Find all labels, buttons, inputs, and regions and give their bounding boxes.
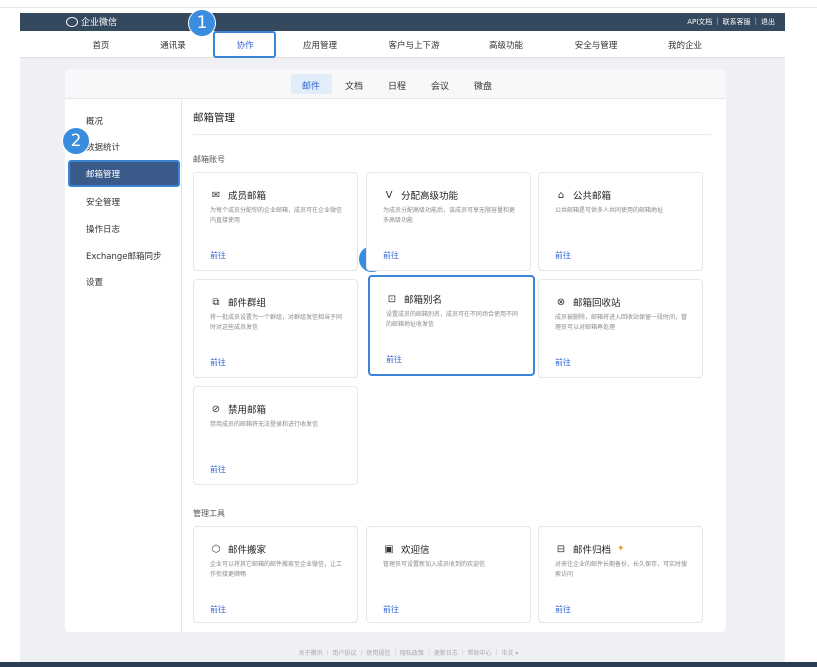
tile-description: 为每个成员分配你的企业邮箱，成员可在企业微信内直接使用 [210,207,343,224]
tile-description: 为成员分配高级功能后，该成员可享无限容量和更多高级功能 [383,207,516,224]
tile-public-mailbox[interactable]: ⌂ 公共邮箱 公共邮箱是可供多人共同使用的邮箱地址 前往 [538,172,703,271]
tile-description: 禁用成员的邮箱将无法登录和进行收发信 [210,421,319,428]
tile-mail-group[interactable]: ⧉ 邮件群组 将一批成员设置为一个群组，对群组发信相当于同时对这些成员发信 前往 [193,279,358,378]
tile-title: 邮箱别名 [404,295,443,306]
logout-link[interactable]: 退出 [761,17,775,27]
recycle-icon: ⊗ [556,296,566,308]
section-label-tools: 管理工具 [193,509,225,518]
tile-member-mailbox[interactable]: ✉ 成员邮箱 为每个成员分配你的企业邮箱，成员可在企业微信内直接使用 前往 [193,172,358,271]
goto-link[interactable]: 前往 [210,604,226,615]
sidebar-divider [181,99,182,632]
goto-link[interactable]: 前往 [210,250,226,261]
nav-my-company[interactable]: 我的企业 [668,39,702,51]
tile-title: 邮件搬家 [228,545,267,556]
divider: | [754,17,757,25]
tab-docs[interactable]: 文档 [345,79,363,92]
wecom-logo-icon [66,16,78,27]
browser-top-strip [0,0,817,8]
sidebar-item-logs[interactable]: 操作日志 [86,223,120,235]
api-docs-link[interactable]: API文档 [687,17,712,27]
ban-icon: ⊘ [211,403,221,415]
tile-mailbox-alias[interactable]: ⊡ 邮箱别名 设置成员的邮箱别名，成员可在不同场合使用不同的邮箱地址收发信 前往 [368,275,535,376]
goto-link[interactable]: 前往 [383,250,399,261]
sidebar-item-label: 邮箱管理 [86,170,121,180]
tile-description: 公共邮箱是可供多人共同使用的邮箱地址 [555,207,664,214]
goto-link[interactable]: 前往 [555,357,571,368]
sidebar-item-settings[interactable]: 设置 [86,276,103,288]
tile-description: 企业可以将其它邮箱的邮件搬家至企业微信，让工作衔接更顺畅 [210,561,343,578]
brand-name: 企业微信 [81,18,118,28]
tile-advanced-features[interactable]: V 分配高级功能 为成员分配高级功能后，该成员可享无限容量和更多高级功能 前往 [366,172,531,271]
tile-title: 邮箱回收站 [573,298,621,309]
goto-link[interactable]: 前往 [555,604,571,615]
brand-logo[interactable]: 企业微信 [66,15,117,28]
premium-icon: ✦ [617,544,625,554]
step-badge-2: 2 [62,127,90,155]
tile-title: 分配高级功能 [401,191,459,202]
tile-description: 对来往企业的邮件长期备份，长久保存，可实时搜索访问 [555,561,688,578]
welcome-icon: ▣ [384,543,394,555]
tile-title: 邮件归档 [573,545,612,556]
tab-mail[interactable]: 邮件 [302,79,320,92]
page-title: 邮箱管理 [193,112,235,124]
brand-bar [20,13,785,31]
tile-title: 禁用邮箱 [228,405,267,416]
sidebar-item-statistics[interactable]: 数据统计 [86,141,120,153]
title-divider [193,134,711,135]
footer-links[interactable]: 关于腾讯 ｜ 用户协议 ｜ 使用规范 ｜ 隐私政策 ｜ 更新日志 ｜ 帮助中心 … [0,648,817,657]
tile-welcome-letter[interactable]: ▣ 欢迎信 管理员可设置新加入成员收到的欢迎信 前往 [366,526,531,623]
goto-link[interactable]: 前往 [210,464,226,475]
top-links: API文档 | 联系客服 | 退出 [687,17,775,27]
group-icon: ⧉ [212,296,220,308]
sidebar-item-mailbox-management[interactable] [68,160,180,187]
tab-meeting[interactable]: 会议 [431,79,449,92]
tile-description: 管理员可设置新加入成员收到的欢迎信 [383,561,486,568]
goto-link[interactable]: 前往 [210,357,226,368]
advanced-icon: V [385,189,393,201]
sidebar-item-exchange-sync[interactable]: Exchange邮箱同步 [86,250,162,262]
tile-title: 公共邮箱 [573,191,612,202]
tile-mail-archive[interactable]: ⊟ 邮件归档 ✦ 对来往企业的邮件长期备份，长久保存，可实时搜索访问 前往 [538,526,703,623]
tile-title: 成员邮箱 [228,191,267,202]
nav-contacts[interactable]: 通讯录 [160,39,186,51]
tile-recycle-bin[interactable]: ⊗ 邮箱回收站 成员被删除，邮箱将进入回收站保留一段时间，管理员可以对邮箱再处理 … [538,279,703,378]
nav-advanced[interactable]: 高级功能 [489,39,523,51]
tab-calendar[interactable]: 日程 [388,79,406,92]
tile-title: 欢迎信 [401,545,430,556]
nav-customers[interactable]: 客户与上下游 [388,39,439,51]
goto-link[interactable]: 前往 [386,354,402,365]
archive-icon: ⊟ [556,543,566,555]
sidebar-item-overview[interactable]: 概况 [86,115,103,127]
migrate-icon: ⬡ [211,543,221,555]
public-mail-icon: ⌂ [557,189,565,201]
tab-drive[interactable]: 微盘 [474,79,492,92]
step-badge-1: 1 [188,9,216,37]
taskbar-edge [0,662,817,667]
tile-description: 设置成员的邮箱别名，成员可在不同场合使用不同的邮箱地址收发信 [386,311,519,328]
alias-icon: ⊡ [387,293,397,305]
sidebar-item-security[interactable]: 安全管理 [86,196,120,208]
tile-description: 将一批成员设置为一个群组，对群组发信相当于同时对这些成员发信 [210,314,343,331]
tile-title: 邮件群组 [228,298,267,309]
tile-mail-migration[interactable]: ⬡ 邮件搬家 企业可以将其它邮箱的邮件搬家至企业微信，让工作衔接更顺畅 前往 [193,526,358,623]
tile-description: 成员被删除，邮箱将进入回收站保留一段时间，管理员可以对邮箱再处理 [555,314,688,331]
section-label-accounts: 邮箱账号 [193,155,225,164]
contact-support-link[interactable]: 联系客服 [723,17,751,27]
nav-security[interactable]: 安全与管理 [575,39,618,51]
goto-link[interactable]: 前往 [383,604,399,615]
mail-icon: ✉ [211,189,221,201]
divider: | [716,17,719,25]
nav-highlight-box [213,31,276,58]
tile-disable-mailbox[interactable]: ⊘ 禁用邮箱 禁用成员的邮箱将无法登录和进行收发信 前往 [193,386,358,485]
nav-home[interactable]: 首页 [92,39,109,51]
goto-link[interactable]: 前往 [555,250,571,261]
nav-app-management[interactable]: 应用管理 [303,39,337,51]
